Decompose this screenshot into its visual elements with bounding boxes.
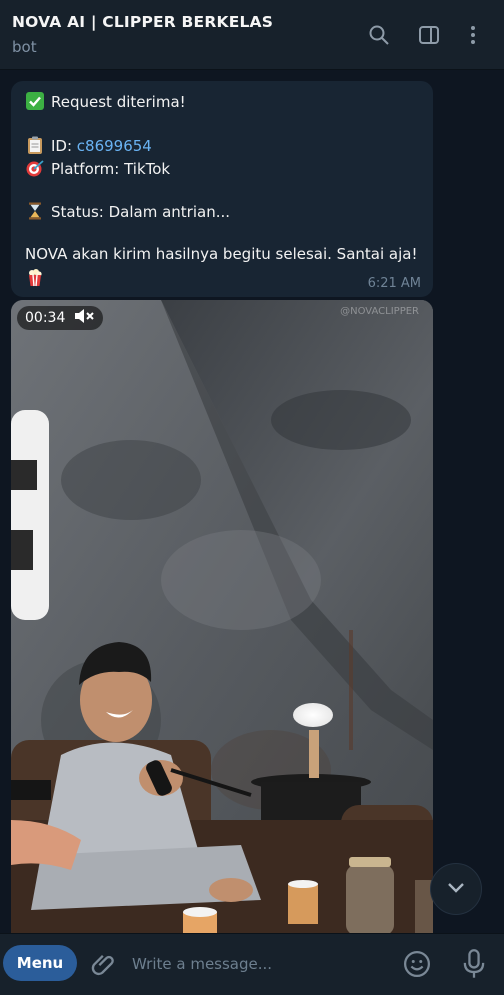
video-duration-badge[interactable]: 00:34 xyxy=(17,306,104,330)
video-frame[interactable] xyxy=(11,300,433,933)
status-text: Status: Dalam antrian... xyxy=(51,203,231,221)
message-bubble[interactable]: Request diterima! ID: c8699654 Platform:… xyxy=(11,81,433,297)
speaker-muted-icon[interactable] xyxy=(73,307,95,329)
request-id-link[interactable]: c8699654 xyxy=(77,137,152,155)
platform-text: Platform: TikTok xyxy=(51,160,171,178)
hourglass-icon xyxy=(25,201,45,221)
chevron-down-icon xyxy=(444,875,468,903)
video-message[interactable]: 00:34 @NOVACLIPPER xyxy=(11,300,433,933)
video-watermark: @NOVACLIPPER xyxy=(340,306,419,317)
message-line-body: NOVA akan kirim hasilnya begitu selesai.… xyxy=(25,245,418,263)
chat-header: NOVA AI | CLIPPER BERKELAS bot xyxy=(0,0,504,70)
sidebar-toggle-icon[interactable] xyxy=(416,22,442,48)
message-composer: Menu xyxy=(0,933,504,995)
scroll-to-bottom-button[interactable] xyxy=(430,863,482,915)
chat-subtitle: bot xyxy=(12,38,37,56)
message-line-id: ID: c8699654 xyxy=(25,135,152,155)
message-line-request: Request diterima! xyxy=(25,91,186,111)
more-vertical-icon[interactable] xyxy=(460,22,486,48)
dart-icon xyxy=(25,158,45,178)
popcorn-icon xyxy=(25,267,45,287)
message-timestamp: 6:21 AM xyxy=(367,276,421,291)
emoji-icon[interactable] xyxy=(402,949,432,979)
menu-button[interactable]: Menu xyxy=(3,945,77,981)
check-mark-icon xyxy=(25,91,45,111)
chat-area[interactable]: Request diterima! ID: c8699654 Platform:… xyxy=(0,71,504,933)
request-text: Request diterima! xyxy=(51,93,186,111)
clipboard-icon xyxy=(25,135,45,155)
search-icon[interactable] xyxy=(366,22,392,48)
message-input[interactable] xyxy=(132,948,387,980)
chat-title[interactable]: NOVA AI | CLIPPER BERKELAS xyxy=(12,13,273,31)
video-duration: 00:34 xyxy=(25,310,66,326)
attach-icon[interactable] xyxy=(90,950,118,978)
message-line-popcorn xyxy=(25,267,51,287)
message-line-platform: Platform: TikTok xyxy=(25,158,170,178)
id-label: ID: xyxy=(51,137,77,155)
microphone-icon[interactable] xyxy=(460,948,488,980)
message-line-status: Status: Dalam antrian... xyxy=(25,201,230,221)
